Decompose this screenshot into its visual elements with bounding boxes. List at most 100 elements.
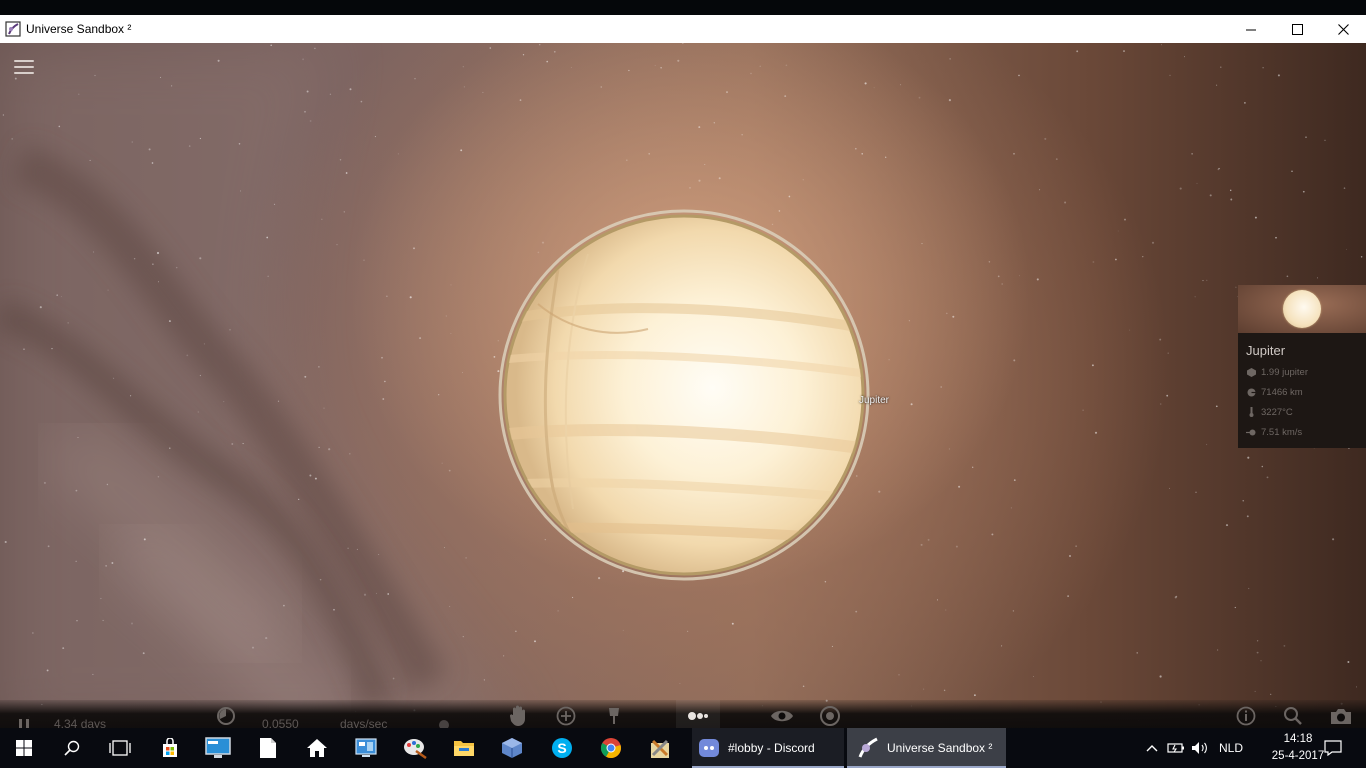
star: [972, 466, 974, 468]
objects-tool-button[interactable]: [686, 704, 710, 728]
star: [1191, 153, 1193, 155]
star: [910, 403, 913, 406]
star: [1001, 645, 1003, 647]
simulation-icon: [820, 706, 840, 726]
star: [175, 266, 178, 269]
taskbar-control-panel[interactable]: [342, 728, 390, 768]
stats-button[interactable]: [1234, 704, 1258, 728]
taskbar-file[interactable]: [244, 728, 292, 768]
star: [1262, 67, 1264, 69]
maximize-button[interactable]: [1274, 15, 1320, 43]
star: [413, 247, 415, 250]
info-icon: [1236, 706, 1256, 726]
star: [328, 448, 331, 451]
star: [345, 172, 348, 174]
start-button[interactable]: [0, 728, 48, 768]
close-button[interactable]: [1320, 15, 1366, 43]
search-taskbar-button[interactable]: [48, 728, 96, 768]
star: [1117, 230, 1119, 232]
star: [349, 453, 351, 455]
star: [1091, 364, 1094, 367]
star: [1010, 507, 1013, 509]
simulation-viewport[interactable]: Jupiter Jupiter 1.99 jupiter 71466 km 32…: [0, 43, 1366, 739]
tray-volume[interactable]: [1188, 728, 1212, 768]
tray-overflow-button[interactable]: [1142, 728, 1162, 768]
star: [1316, 277, 1319, 279]
photo-button[interactable]: [1329, 704, 1353, 728]
star: [1256, 640, 1259, 642]
star: [1277, 74, 1280, 77]
window-titlebar[interactable]: Universe Sandbox ²: [0, 15, 1366, 43]
star: [152, 263, 154, 265]
star: [444, 547, 445, 549]
taskbar-app-discord[interactable]: #lobby - Discord: [692, 728, 844, 768]
home-icon: [307, 739, 327, 757]
star: [1067, 595, 1069, 597]
star: [93, 251, 95, 253]
taskbar-clock[interactable]: 14:18 25-4-2017: [1270, 731, 1326, 765]
taskbar-chrome[interactable]: [587, 728, 635, 768]
minimize-button[interactable]: [1228, 15, 1274, 43]
jupiter-planet[interactable]: [498, 209, 870, 581]
paint-tool-button[interactable]: [602, 704, 626, 728]
star: [450, 284, 452, 286]
star: [314, 477, 317, 480]
star: [462, 372, 464, 374]
add-tool-button[interactable]: [554, 704, 578, 728]
taskbar-skype[interactable]: S: [538, 728, 586, 768]
document-icon: [260, 738, 276, 758]
star: [628, 69, 630, 72]
star: [908, 320, 910, 322]
star: [1012, 610, 1015, 612]
search-button[interactable]: [1281, 704, 1305, 728]
star: [949, 58, 951, 60]
taskbar-lenovo[interactable]: [194, 728, 242, 768]
action-center-button[interactable]: [1320, 728, 1346, 768]
store-icon: [163, 738, 177, 757]
star: [1218, 167, 1220, 170]
task-view-button[interactable]: [96, 728, 144, 768]
star: [945, 609, 947, 611]
star: [681, 43, 684, 44]
taskbar-paint[interactable]: [391, 728, 439, 768]
star: [363, 259, 365, 261]
windows-logo-icon: [16, 740, 32, 756]
star: [157, 476, 160, 478]
star: [1225, 524, 1229, 527]
star: [988, 261, 991, 263]
star: [718, 177, 721, 180]
taskbar-file-explorer[interactable]: [440, 728, 488, 768]
star: [309, 474, 312, 477]
taskbar-store[interactable]: [146, 728, 194, 768]
time-speed-button[interactable]: [214, 704, 238, 728]
star: [1261, 465, 1264, 468]
temperature-value: 3227°C: [1261, 406, 1293, 418]
planet-label[interactable]: Jupiter: [859, 395, 889, 406]
star: [948, 448, 950, 450]
tray-battery[interactable]: [1164, 728, 1188, 768]
taskbar-app-universe-sandbox[interactable]: Universe Sandbox ²: [847, 728, 1006, 768]
star: [1291, 170, 1293, 172]
grab-tool-button[interactable]: [506, 704, 530, 728]
taskbar-tools[interactable]: [636, 728, 684, 768]
star: [679, 683, 681, 684]
star: [493, 356, 496, 358]
star: [1161, 44, 1162, 46]
star: [1092, 261, 1095, 263]
star: [438, 394, 440, 396]
hamburger-menu-icon[interactable]: [14, 60, 34, 76]
view-tool-button[interactable]: [770, 704, 794, 728]
taskbar-home[interactable]: [293, 728, 341, 768]
star: [572, 596, 574, 599]
taskbar-virtualbox[interactable]: [488, 728, 536, 768]
star: [515, 630, 517, 632]
star: [1247, 456, 1250, 459]
star: [955, 545, 958, 548]
object-info-panel[interactable]: Jupiter 1.99 jupiter 71466 km 3227°C 7.5…: [1238, 285, 1366, 448]
star: [105, 565, 107, 567]
tray-language[interactable]: NLD: [1214, 728, 1248, 768]
simulation-tool-button[interactable]: [818, 704, 842, 728]
star: [156, 251, 160, 255]
star: [940, 386, 943, 388]
star: [4, 540, 7, 544]
